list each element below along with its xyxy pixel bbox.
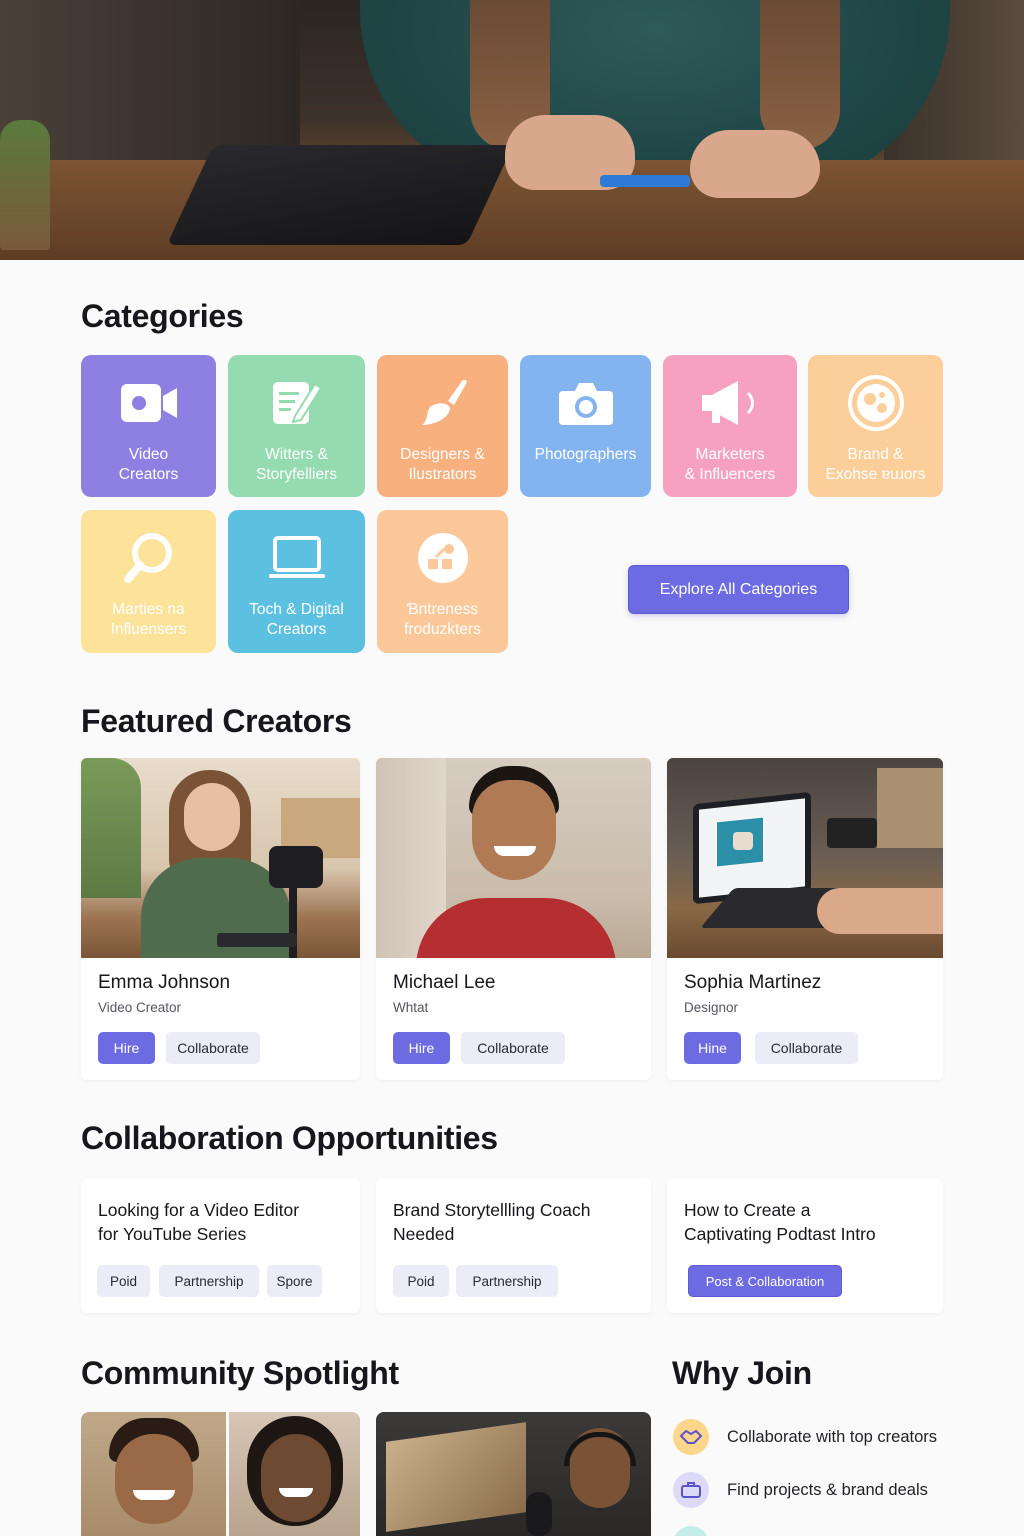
category-label: Photographers — [534, 446, 637, 463]
microphone-icon — [526, 1492, 552, 1536]
hero-laptop — [166, 145, 514, 245]
creator-role: Designor — [684, 1000, 739, 1015]
category-brand[interactable]: Brand & Exohse ɐuɹors — [808, 355, 943, 497]
hire-button[interactable]: Hire — [393, 1032, 450, 1064]
explore-all-categories-button[interactable]: Explore All Categories — [628, 565, 849, 614]
opportunity-card[interactable]: Brand Storytellling Coach Needed Poid Pa… — [376, 1178, 651, 1313]
hero-plant — [0, 120, 50, 250]
creator-role: Video Creator — [98, 1000, 182, 1015]
opportunity-title: How to Create a Captivating Podtast Intr… — [684, 1200, 876, 1244]
community-spotlight-title: Community Spotlight — [81, 1355, 399, 1391]
category-label: Toch & Digital Creators — [249, 601, 344, 638]
palette-icon — [847, 375, 904, 431]
spotlight-card[interactable] — [81, 1412, 360, 1536]
creator-card[interactable]: Michael Lee Whtat Hire Collaborate — [376, 758, 651, 1080]
briefcase-icon — [673, 1472, 709, 1508]
tag-paid[interactable]: Poid — [393, 1265, 449, 1297]
category-tech-digital[interactable]: Toch & Digital Creators — [228, 510, 365, 653]
creator-photo — [81, 758, 360, 958]
post-collaboration-button[interactable]: Post & Collaboration — [688, 1265, 842, 1297]
why-item: Collaborate with top creators — [673, 1419, 937, 1455]
megaphone-icon — [698, 377, 762, 429]
collaboration-opportunities-title: Collaboration Opportunities — [81, 1120, 498, 1156]
spotlight-photo — [386, 1422, 526, 1532]
creator-role: Whtat — [393, 1000, 429, 1015]
opportunity-title: Brand Storytellling Coach Needed — [393, 1200, 591, 1244]
hire-button[interactable]: Hire — [98, 1032, 155, 1064]
camera-icon — [557, 377, 615, 429]
handshake-icon — [673, 1419, 709, 1455]
category-label: Brand & Exohse ɐuɹors — [825, 446, 926, 483]
why-next-icon — [673, 1526, 709, 1536]
why-item: Find projects & brand deals — [673, 1472, 928, 1508]
category-writers[interactable]: Witters & Storyfelliers — [228, 355, 365, 497]
tag-sponsor[interactable]: Spore — [267, 1265, 322, 1297]
why-join-title: Why Join — [672, 1355, 812, 1391]
hero-phone — [600, 175, 690, 187]
category-marketers-influencers[interactable]: Marties na Influensers — [81, 510, 216, 653]
category-video-creators[interactable]: Video Creators — [81, 355, 216, 497]
category-entrepreneurs[interactable]: Ɓntreness froduzkters — [377, 510, 508, 653]
spotlight-photo — [229, 1412, 360, 1536]
category-label: Ɓntreness froduzkters — [404, 601, 481, 638]
creator-name: Emma Johnson — [98, 972, 231, 993]
monitor-icon — [267, 532, 327, 584]
opportunity-title: Looking for a Video Editor for YouTube S… — [98, 1200, 300, 1244]
video-camera-icon — [119, 377, 179, 429]
tag-paid[interactable]: Poid — [97, 1265, 150, 1297]
category-label: Marketers & Influencers — [684, 446, 776, 483]
opportunity-card[interactable]: How to Create a Captivating Podtast Intr… — [667, 1178, 943, 1313]
spotlight-photo — [81, 1412, 226, 1536]
category-label: Video Creators — [118, 446, 179, 483]
notepad-pen-icon — [271, 377, 323, 429]
creator-photo — [667, 758, 943, 958]
hero-hair-right — [760, 0, 840, 150]
tag-partnership[interactable]: Partnership — [456, 1265, 558, 1297]
opportunity-card[interactable]: Looking for a Video Editor for YouTube S… — [81, 1178, 360, 1313]
creator-photo — [376, 758, 651, 958]
why-text: Find projects & brand deals — [727, 1480, 928, 1499]
spotlight-card[interactable] — [376, 1412, 651, 1536]
shapes-icon — [416, 532, 470, 584]
category-designers[interactable]: Designers & Ilustrators — [377, 355, 508, 497]
category-marketers[interactable]: Marketers & Influencers — [663, 355, 797, 497]
creator-card[interactable]: Emma Johnson Video Creator Hire Collabor… — [81, 758, 360, 1080]
hero-hand-right — [690, 130, 820, 198]
hero-image — [0, 0, 1024, 260]
creator-name: Michael Lee — [393, 972, 496, 993]
featured-creators-title: Featured Creators — [81, 703, 352, 739]
collaborate-button[interactable]: Collaborate — [166, 1032, 260, 1064]
category-label: Witters & Storyfelliers — [256, 446, 337, 483]
hire-button[interactable]: Hine — [684, 1032, 741, 1064]
categories-title: Categories — [81, 298, 244, 334]
collaborate-button[interactable]: Collaborate — [461, 1032, 565, 1064]
collaborate-button[interactable]: Collaborate — [755, 1032, 858, 1064]
magnifier-icon — [123, 532, 174, 584]
category-label: Designers & Ilustrators — [400, 446, 485, 483]
why-text: Collaborate with top creators — [727, 1427, 938, 1446]
category-label: Marties na Influensers — [110, 601, 187, 638]
tag-partnership[interactable]: Partnership — [159, 1265, 259, 1297]
category-photographers[interactable]: Photographers — [520, 355, 651, 497]
headphones-icon — [564, 1432, 636, 1466]
paintbrush-icon — [418, 377, 468, 429]
creator-name: Sophia Martinez — [684, 972, 822, 993]
creator-card[interactable]: Sophia Martinez Designor Hine Collaborat… — [667, 758, 943, 1080]
